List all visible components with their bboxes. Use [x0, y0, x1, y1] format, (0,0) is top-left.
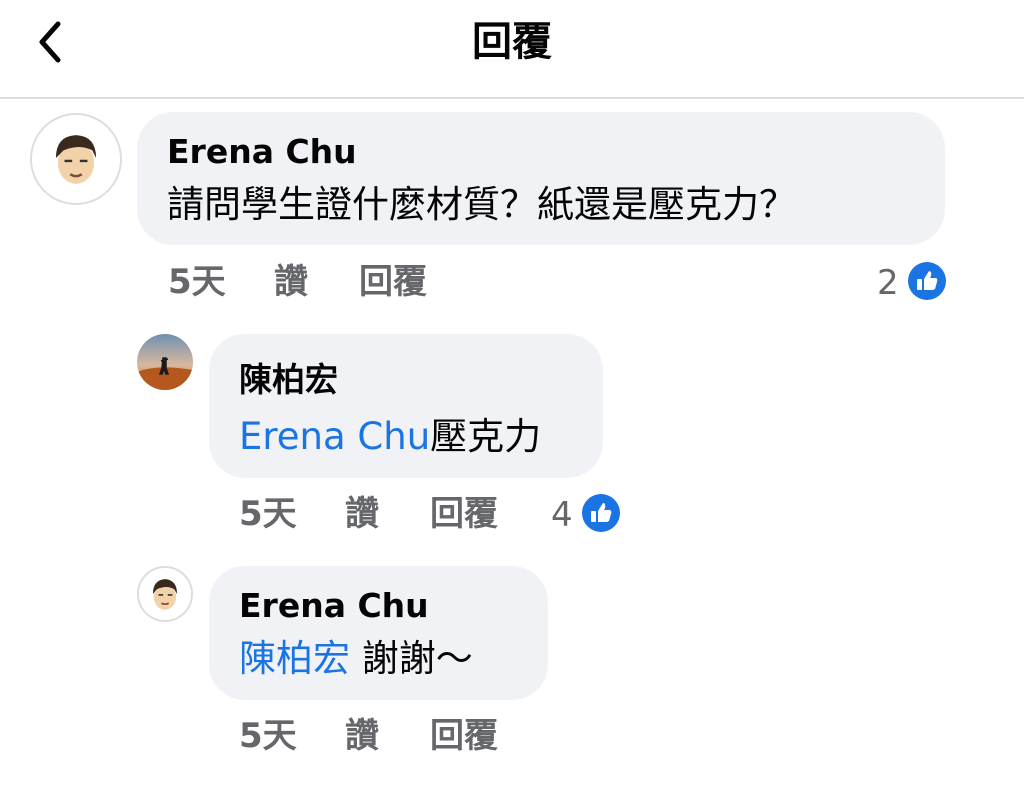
avatar[interactable] — [137, 334, 193, 390]
comment-text: 陳柏宏 謝謝～ — [239, 636, 473, 682]
avatar-photo-icon — [137, 334, 193, 390]
like-count: 2 — [877, 263, 899, 303]
reply-button[interactable]: 回覆 — [430, 494, 498, 534]
comment-body: 謝謝～ — [350, 637, 473, 680]
like-icon — [582, 494, 620, 532]
comment-actions: 5天 讚 回覆 — [168, 262, 468, 302]
avatar-cartoon-icon — [139, 568, 191, 620]
comment-time: 5天 — [239, 494, 297, 534]
comment-bubble: 陳柏宏 Erena Chu壓克力 — [209, 334, 603, 478]
like-button[interactable]: 讚 — [345, 716, 379, 756]
comment-text: Erena Chu壓克力 — [239, 414, 541, 460]
comment-time: 5天 — [239, 716, 297, 756]
comment-time: 5天 — [168, 262, 226, 302]
reply-button[interactable]: 回覆 — [430, 716, 498, 756]
avatar[interactable] — [137, 566, 193, 622]
comment-author[interactable]: Erena Chu — [239, 586, 429, 626]
like-button[interactable]: 讚 — [345, 494, 379, 534]
reply-button[interactable]: 回覆 — [359, 262, 427, 302]
comment-body: 壓克力 — [430, 415, 542, 458]
comment-author[interactable]: 陳柏宏 — [239, 360, 338, 400]
page-title: 回覆 — [472, 19, 552, 65]
like-icon — [908, 262, 946, 300]
comment-text: 請問學生證什麼材質？紙還是壓克力？ — [167, 183, 796, 226]
mention-link[interactable]: 陳柏宏 — [239, 637, 350, 680]
avatar-cartoon-icon — [32, 115, 120, 203]
comment-actions: 5天 讚 回覆 — [239, 494, 539, 534]
mention-link[interactable]: Erena Chu — [239, 415, 430, 458]
comment-author[interactable]: Erena Chu — [167, 132, 357, 172]
avatar[interactable] — [30, 113, 122, 205]
comment-bubble: Erena Chu 請問學生證什麼材質？紙還是壓克力？ — [137, 112, 945, 245]
like-count: 4 — [551, 495, 573, 535]
like-button[interactable]: 讚 — [274, 262, 308, 302]
top-bar: 回覆 — [0, 0, 1024, 99]
comment-actions: 5天 讚 回覆 — [239, 716, 539, 756]
comment-bubble: Erena Chu 陳柏宏 謝謝～ — [209, 566, 548, 700]
